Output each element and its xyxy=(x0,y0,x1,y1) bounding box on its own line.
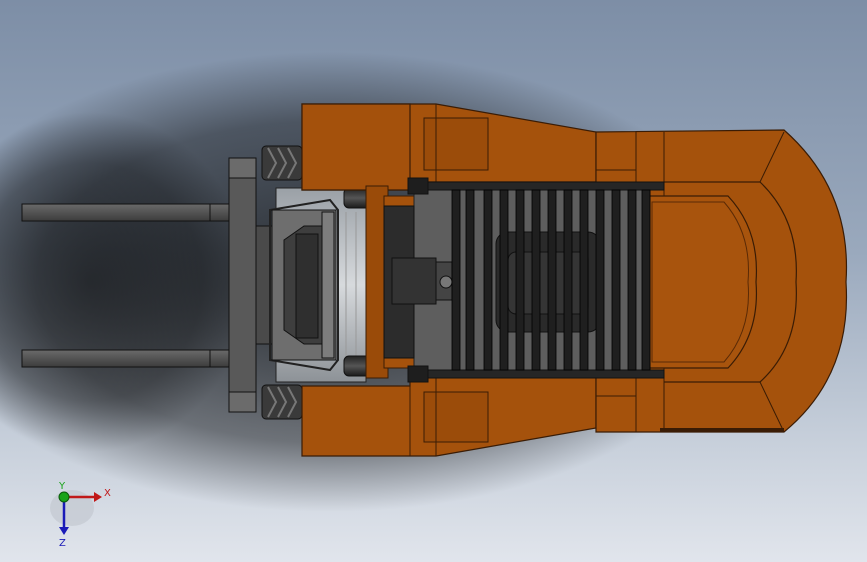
guard-bar xyxy=(515,189,525,371)
z-axis-arrow xyxy=(59,527,69,535)
guard-bar xyxy=(641,189,651,371)
triad-shadow xyxy=(50,490,94,526)
guard-bar xyxy=(579,189,589,371)
guard-bar xyxy=(531,189,541,371)
forklift-top-view[interactable] xyxy=(0,0,867,562)
cad-viewport[interactable]: X Y Z xyxy=(0,0,867,562)
x-axis-label: X xyxy=(104,488,111,499)
mast[interactable] xyxy=(269,187,367,383)
guard-bar xyxy=(465,189,475,371)
front-tire-upper[interactable] xyxy=(261,145,303,181)
guard-bar xyxy=(563,189,573,371)
rear-edge xyxy=(660,428,784,432)
x-axis-arrow xyxy=(94,492,102,502)
guard-bar xyxy=(483,189,493,371)
z-axis-label: Z xyxy=(59,538,66,549)
front-tire-lower[interactable] xyxy=(261,384,303,420)
y-axis-dot xyxy=(58,491,70,503)
y-axis-label: Y xyxy=(58,481,66,492)
fork-carriage[interactable] xyxy=(228,157,257,413)
guard-bar xyxy=(611,189,621,371)
axis-triad: X Y Z xyxy=(50,481,111,549)
guard-bar xyxy=(499,189,509,371)
guard-bar xyxy=(595,189,605,371)
fork-upper[interactable] xyxy=(21,203,235,222)
guard-bar xyxy=(547,189,557,371)
guard-bar xyxy=(451,189,461,371)
fork-lower[interactable] xyxy=(21,349,235,368)
guard-bar xyxy=(627,189,637,371)
